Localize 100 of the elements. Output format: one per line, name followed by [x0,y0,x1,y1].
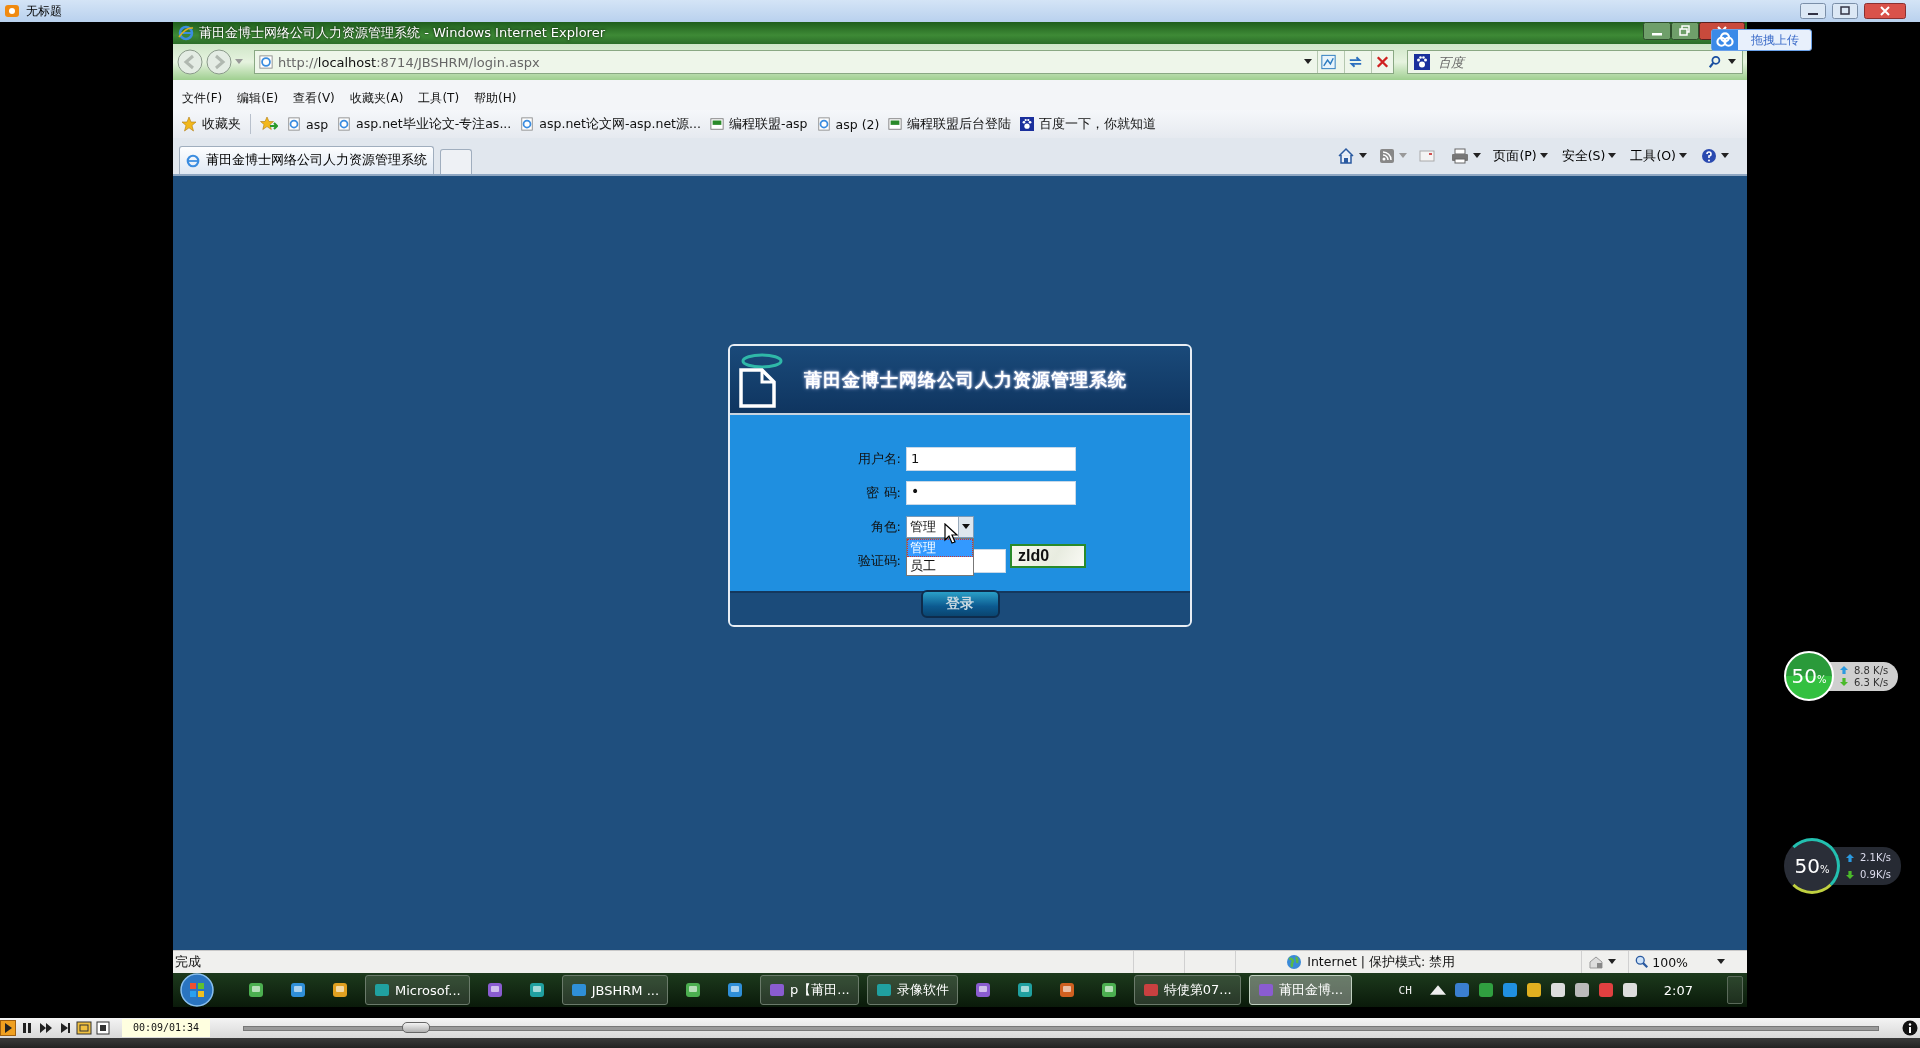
app-icon[interactable] [726,981,745,999]
app-icon[interactable] [1099,981,1118,999]
tray-icon[interactable] [1573,982,1590,998]
caret-icon[interactable] [1608,959,1617,965]
help-icon[interactable] [1701,148,1717,164]
tray-icon[interactable] [1525,982,1542,998]
maximize-button[interactable] [1832,3,1858,19]
menu-item[interactable]: 收藏夹(A) [349,89,404,107]
browser-icon [178,25,194,41]
input-language[interactable]: CH [1398,983,1412,997]
zoom-level[interactable]: 100% [1635,954,1688,970]
app-icon[interactable] [247,981,265,999]
play-button[interactable] [0,1020,16,1036]
printer-icon[interactable] [1451,147,1470,165]
bookmark-link[interactable]: 百度一下，你就知道 [1020,115,1157,133]
compatibility-icon[interactable] [1317,51,1339,73]
add-favorite-icon[interactable] [260,115,278,133]
tray-icon[interactable] [1621,982,1638,998]
window-title: 莆田金博士网络公司人力资源管理系统 - Windows Internet Explorer [199,24,605,42]
caret-icon[interactable] [1473,153,1482,159]
app-icon [570,982,587,998]
dropdown-caret-icon[interactable] [1304,59,1312,65]
close-button[interactable] [1864,3,1906,19]
taskbar-button[interactable]: Microsof... [365,975,470,1005]
role-select[interactable]: 管理 [906,516,974,538]
bookmark-link[interactable]: asp.net毕业论文-专注as... [337,115,512,133]
favorites-button[interactable]: 收藏夹 [181,115,241,133]
taskbar-button[interactable]: 特使第07... [1133,975,1241,1005]
zoom-text: 100% [1652,954,1688,970]
download-arrow-icon [1840,678,1848,686]
taskbar-button[interactable]: JBSHRM ... [561,975,669,1005]
info-icon[interactable] [1902,1020,1918,1036]
app-icon[interactable] [1057,981,1076,999]
command-menu[interactable]: 安全(S) [1561,147,1617,165]
search-options-caret-icon[interactable] [1728,59,1736,65]
search-field[interactable]: 百度 [1407,50,1743,74]
app-icon[interactable] [527,981,546,999]
caret-icon[interactable] [1717,959,1725,965]
menu-item[interactable]: 工具(T) [418,89,460,107]
search-icon[interactable] [1708,55,1722,69]
paw-icon [1020,117,1035,131]
app-icon[interactable] [684,981,703,999]
bookmark-link[interactable]: 编程联盟-asp [709,115,808,133]
menu-item[interactable]: 查看(V) [293,89,335,107]
field-label: 角色: [869,518,901,536]
caret-icon[interactable] [1721,153,1729,159]
home-icon[interactable] [1337,147,1356,165]
field-label: 密 码: [865,484,901,502]
app-icon[interactable] [485,981,504,999]
bookmark-link[interactable]: 编程联盟后台登陆 [888,115,1012,133]
command-menu[interactable]: 页面(P) [1493,147,1548,165]
taskbar-button[interactable]: 录像软件 [866,975,958,1005]
taskbar-button[interactable]: 莆田金博... [1248,975,1353,1005]
fullscreen-button[interactable] [95,1020,111,1036]
menu-item[interactable]: 帮助(H) [474,89,517,107]
caret-icon [1608,153,1617,159]
browser-tab[interactable]: 莆田金博士网络公司人力资源管理系统 [179,146,434,174]
password-field[interactable]: • [906,481,1076,505]
bookmark-link[interactable]: asp [287,116,329,132]
address-field[interactable]: http://localhost:8714/JBSHRM/login.aspx [254,50,1394,74]
command-menu[interactable]: 工具(O) [1630,147,1687,165]
minimize-button[interactable] [1800,3,1826,19]
page-icon [520,117,535,131]
fit-screen-button[interactable] [76,1020,92,1036]
site-icon [888,117,903,131]
slider-thumb[interactable] [401,1021,430,1033]
field-label: 验证码: [856,552,901,570]
taskbar-button[interactable]: p【莆田... [760,975,859,1005]
app-icon[interactable] [1015,981,1034,999]
show-desktop-button[interactable] [1727,976,1743,1004]
tray-icon[interactable] [1477,982,1494,998]
login-title: 莆田金博士网络公司人力资源管理系统 [804,367,1127,392]
upload-speed: 2.1K/s [1860,852,1892,863]
bookmark-link[interactable]: asp.net论文网-asp.net源... [520,115,701,133]
username-field[interactable]: 1 [906,447,1076,471]
download-arrow-icon [1846,870,1854,879]
favorites-label: 收藏夹 [202,115,241,133]
menu-item[interactable]: 编辑(E) [237,89,279,107]
app-icon[interactable] [289,981,307,999]
magnifier-icon [1635,955,1650,969]
start-button[interactable] [179,972,215,1008]
menu-item[interactable]: 文件(F) [182,89,223,107]
dropdown-option[interactable]: 员工 [907,557,973,575]
login-button[interactable]: 登录 [920,590,1000,618]
download-speed: 6.3 K/s [1854,676,1889,688]
tray-icon[interactable] [1549,982,1566,998]
upload-button[interactable]: 拖拽上传 [1711,29,1812,51]
bookmark-link[interactable]: asp (2) [816,116,880,132]
restore-button[interactable] [1671,22,1699,40]
app-icon[interactable] [973,981,992,999]
mail-icon[interactable] [1419,148,1436,164]
caret-icon[interactable] [1359,153,1368,159]
paw-icon [1414,54,1430,70]
minimize-button[interactable] [1643,22,1671,40]
feed-icon[interactable] [1379,148,1396,164]
fast-forward-button[interactable] [38,1020,54,1036]
app-icon[interactable] [331,981,349,999]
search-input[interactable]: 百度 [1436,53,1702,71]
seek-slider[interactable] [243,1025,1879,1031]
download-speed: 0.9K/s [1860,869,1892,880]
